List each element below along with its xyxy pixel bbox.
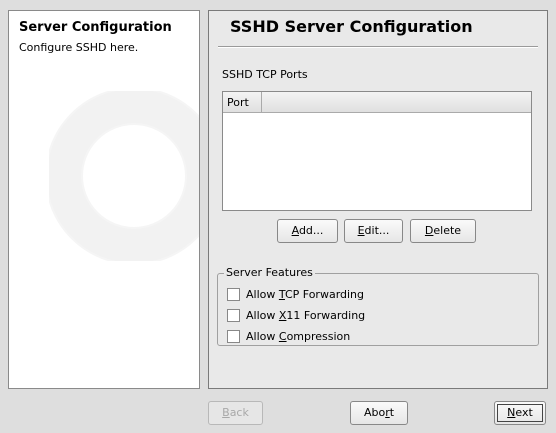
checkbox-box[interactable] [227,329,240,343]
column-header-empty[interactable] [262,92,531,113]
add-label: dd... [298,224,324,237]
help-title: Server Configuration [19,20,172,35]
next-label: ext [515,406,533,419]
edit-mnemonic: E [357,224,365,237]
server-features-legend: Server Features [224,266,315,279]
ports-table[interactable]: Port [222,91,532,211]
page-title: SSHD Server Configuration [230,17,473,36]
table-header: Port [223,92,531,114]
option-label-pre: Allow [246,309,279,322]
abort-button[interactable]: Abort [350,401,408,425]
delete-button[interactable]: Delete [410,219,476,243]
tcp-forwarding-checkbox[interactable]: Allow TCP Forwarding [227,287,364,303]
back-mnemonic: B [222,406,230,419]
title-separator [218,46,538,48]
back-label: ack [229,406,249,419]
back-button[interactable]: Back [208,401,263,425]
checkbox-box[interactable] [227,308,240,322]
help-pane: Server Configuration Configure SSHD here… [8,10,200,389]
option-label-pre: Allow [246,288,279,301]
abort-label-pre: Abo [363,406,386,419]
add-button[interactable]: Add... [277,219,338,243]
option-label-pre: Allow [246,330,279,343]
edit-button[interactable]: Edit... [344,219,403,243]
option-label-post: CP Forwarding [284,288,365,301]
ports-label: SSHD TCP Ports [222,68,308,81]
compression-checkbox[interactable]: Allow Compression [227,329,350,345]
option-label-post: 11 Forwarding [286,309,366,322]
edit-label: dit... [364,224,390,237]
next-button[interactable]: Next [494,401,546,425]
lifebuoy-watermark-icon [49,91,199,261]
x11-forwarding-checkbox[interactable]: Allow X11 Forwarding [227,308,365,324]
column-header-port[interactable]: Port [223,92,262,113]
server-features-group: Server Features Allow TCP Forwarding All… [217,266,539,346]
delete-label: elete [433,224,462,237]
abort-label-post: t [389,406,395,419]
option-label-post: ompression [286,330,351,343]
checkbox-box[interactable] [227,287,240,301]
help-text: Configure SSHD here. [19,41,139,54]
main-pane: SSHD Server Configuration SSHD TCP Ports… [208,10,548,389]
option-mnemonic: C [278,330,287,343]
add-mnemonic: A [291,224,299,237]
